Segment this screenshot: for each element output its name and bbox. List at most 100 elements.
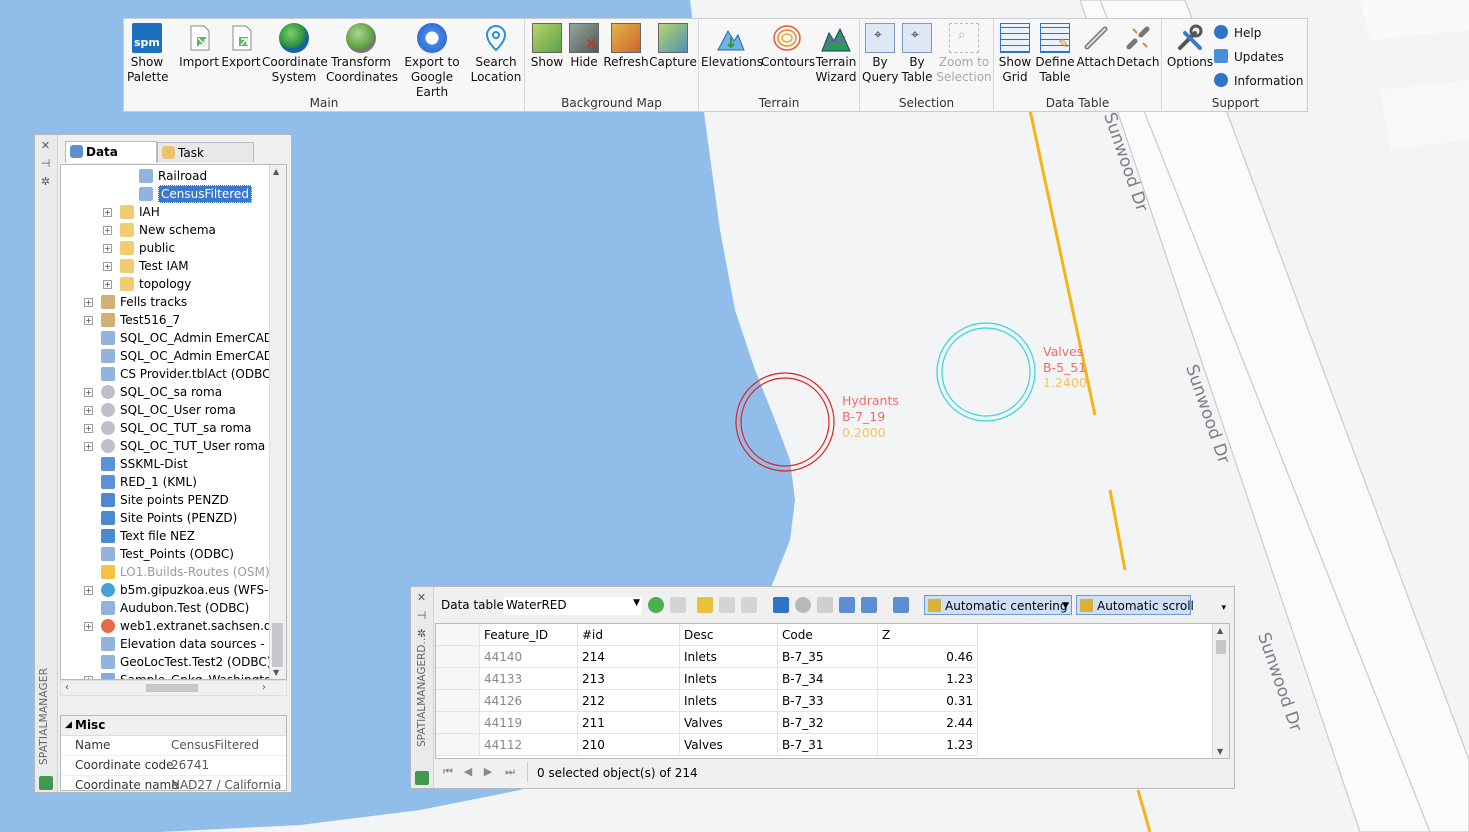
tree-item[interactable]: SQL_OC_Admin EmerCAD.A xyxy=(61,329,285,347)
table-cell[interactable]: 210 xyxy=(578,734,680,756)
grid-vertical-scrollbar[interactable]: ▲ ▼ xyxy=(1212,624,1229,758)
select-by-query-button[interactable]: ⌖ By Query xyxy=(862,23,898,85)
terrain-wizard-button[interactable]: Terrain Wizard xyxy=(813,23,859,85)
settings-icon[interactable]: ✲ xyxy=(39,175,52,188)
table-cell[interactable]: 212 xyxy=(578,690,680,712)
tree-item[interactable]: + IAH xyxy=(61,203,271,221)
scrollbar-thumb[interactable] xyxy=(272,623,283,667)
tree-item[interactable]: SSKML-Dist xyxy=(61,455,271,473)
coordinate-system-button[interactable]: Coordinate System xyxy=(262,23,328,85)
table-cell[interactable]: B-7_32 xyxy=(778,712,878,734)
table-cell[interactable]: 1.23 xyxy=(878,668,978,690)
tree-item[interactable]: + Test516_7 xyxy=(61,311,271,329)
import-button[interactable]: Import xyxy=(178,23,220,70)
tree-item[interactable]: Test_Points (ODBC) xyxy=(61,545,271,563)
elevations-button[interactable]: Elevations xyxy=(701,23,763,70)
toolbar-overflow-icon[interactable]: ▾ xyxy=(1221,603,1226,613)
tree-item[interactable]: + public xyxy=(61,239,271,257)
tree-item[interactable]: LO1.Builds-Routes (OSM) xyxy=(61,563,271,581)
automatic-centering-toggle[interactable]: Automatic centering ▼ xyxy=(924,595,1072,615)
export-table-icon[interactable] xyxy=(697,597,713,613)
column-header[interactable]: #id xyxy=(578,624,680,646)
tree-item[interactable]: + New schema xyxy=(61,221,271,239)
select-all-icon[interactable] xyxy=(839,597,855,613)
pin-icon[interactable]: ⊣ xyxy=(415,609,428,622)
tree-item[interactable]: +Sample_Gpkg_WashingtonD xyxy=(61,671,286,679)
define-columns-icon[interactable] xyxy=(893,597,909,613)
first-page-icon[interactable]: ⏮ xyxy=(441,765,455,779)
tree-item[interactable]: RED_1 (KML) xyxy=(61,473,271,491)
table-cell[interactable]: 44126 xyxy=(480,690,578,712)
define-table-button[interactable]: ✎ Define Table xyxy=(1034,23,1076,85)
prev-page-icon[interactable]: ◀ xyxy=(461,765,475,779)
updates-button[interactable]: Updates xyxy=(1214,48,1284,66)
capture-map-button[interactable]: Capture xyxy=(649,23,697,70)
tab-task-manager[interactable]: Task manager xyxy=(157,142,254,180)
column-header[interactable]: Feature_ID xyxy=(480,624,578,646)
table-cell[interactable]: 1.23 xyxy=(878,734,978,756)
prop-row[interactable]: Coordinate code 26741 xyxy=(61,756,286,776)
tree-item[interactable]: + SQL_OC_sa roma xyxy=(61,383,271,401)
tree-item[interactable]: SQL_OC_Admin EmerCAD I xyxy=(61,347,280,365)
expand-toggle-icon[interactable]: + xyxy=(84,406,93,415)
show-map-button[interactable]: Show xyxy=(527,23,567,70)
table-cell[interactable]: 2.44 xyxy=(878,712,978,734)
tree-item[interactable]: Text file NEZ xyxy=(61,527,271,545)
tree-item[interactable]: Elevation data sources - Geo xyxy=(61,635,286,653)
table-cell[interactable]: Valves xyxy=(680,712,778,734)
tree-item[interactable]: + SQL_OC_User roma xyxy=(61,401,271,419)
table-cell[interactable]: B-7_35 xyxy=(778,646,878,668)
pin-icon[interactable]: ⊣ xyxy=(39,157,52,170)
table-cell[interactable]: Inlets xyxy=(680,690,778,712)
hide-map-button[interactable]: ✕ Hide xyxy=(565,23,603,70)
tree-item[interactable]: GeoLocTest.Test2 (ODBC) xyxy=(61,653,271,671)
table-cell[interactable]: B-7_33 xyxy=(778,690,878,712)
next-page-icon[interactable]: ▶ xyxy=(481,765,495,779)
zoom-icon[interactable] xyxy=(795,597,811,613)
scrollbar-thumb[interactable] xyxy=(1216,640,1226,654)
expand-toggle-icon[interactable]: + xyxy=(103,208,112,217)
transform-coordinates-button[interactable]: Transform Coordinates xyxy=(326,23,398,85)
row-selector[interactable] xyxy=(436,646,480,668)
information-button[interactable]: Information xyxy=(1214,72,1303,90)
column-header[interactable]: Code xyxy=(778,624,878,646)
tree-item[interactable]: + topology xyxy=(61,275,271,293)
table-cell[interactable]: Valves xyxy=(680,734,778,756)
close-icon[interactable]: ✕ xyxy=(39,139,52,152)
export-google-earth-button[interactable]: Export to Google Earth xyxy=(396,23,468,100)
props-section-header[interactable]: ◢ Misc xyxy=(61,716,286,736)
last-page-icon[interactable]: ⏭ xyxy=(503,765,517,779)
table-cell[interactable]: 0.31 xyxy=(878,690,978,712)
expand-toggle-icon[interactable]: + xyxy=(103,244,112,253)
table-cell[interactable]: 44119 xyxy=(480,712,578,734)
table-cell[interactable]: 214 xyxy=(578,646,680,668)
automatic-scroll-toggle[interactable]: Automatic scroll xyxy=(1076,595,1194,615)
tab-data-sources[interactable]: Data sources xyxy=(65,141,157,179)
tree-item[interactable]: Site points PENZD xyxy=(61,491,271,509)
tree-item[interactable]: Audubon.Test (ODBC) xyxy=(61,599,271,617)
expand-toggle-icon[interactable]: + xyxy=(84,424,93,433)
tree-item[interactable]: Site Points (PENZD) xyxy=(61,509,271,527)
expand-toggle-icon[interactable]: + xyxy=(103,262,112,271)
table-cell[interactable]: 44133 xyxy=(480,668,578,690)
prop-row[interactable]: Name CensusFiltered xyxy=(61,736,286,756)
tree-item[interactable]: Railroad xyxy=(61,167,271,185)
tree-item[interactable]: CensusFiltered xyxy=(61,185,271,203)
table-cell[interactable]: 213 xyxy=(578,668,680,690)
row-selector[interactable] xyxy=(436,712,480,734)
tree-item[interactable]: + web1.extranet.sachsen.de (\ xyxy=(61,617,286,635)
column-header[interactable]: Desc xyxy=(680,624,778,646)
show-grid-button[interactable]: Show Grid xyxy=(996,23,1034,85)
scrollbar-thumb[interactable] xyxy=(146,684,198,692)
detach-button[interactable]: Detach xyxy=(1116,23,1160,70)
attach-button[interactable]: Attach xyxy=(1076,23,1116,70)
table-cell[interactable]: Inlets xyxy=(680,668,778,690)
show-palette-button[interactable]: spm Show Palette xyxy=(127,23,169,85)
expand-toggle-icon[interactable]: + xyxy=(103,226,112,235)
zoom-to-selection-button[interactable]: ⌕ Zoom to Selection xyxy=(936,23,992,85)
options-button[interactable]: Options xyxy=(1166,23,1214,70)
copy-icon[interactable] xyxy=(719,597,735,613)
tree-item[interactable]: + Test IAM xyxy=(61,257,271,275)
search-location-button[interactable]: Search Location xyxy=(468,23,524,85)
tree-item[interactable]: + Fells tracks xyxy=(61,293,271,311)
